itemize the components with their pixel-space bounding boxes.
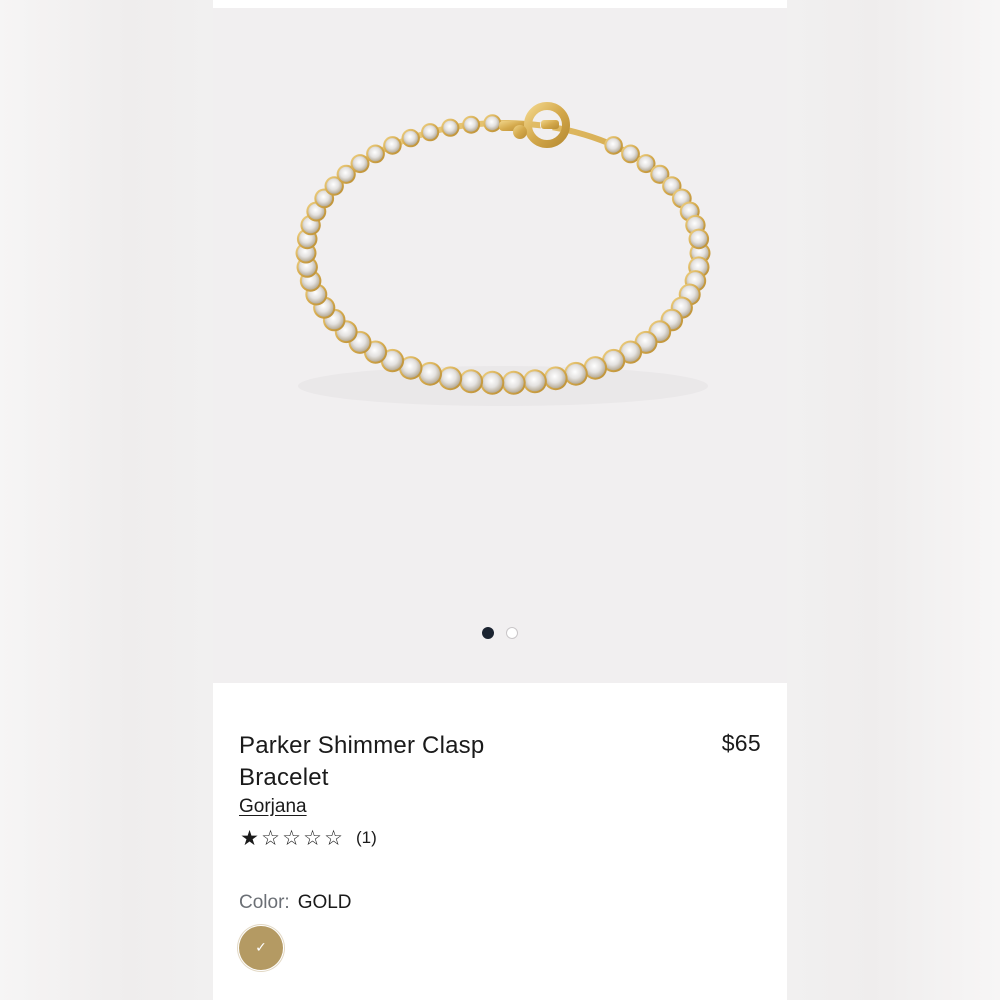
crystal-stone xyxy=(461,371,482,392)
carousel-dots xyxy=(213,627,787,639)
checkmark-icon: ✓ xyxy=(255,940,267,956)
crystal-stone xyxy=(423,125,438,140)
rating-stars[interactable]: ★ ☆ ☆ ☆ ☆ (1) xyxy=(239,826,761,850)
star-filled-icon: ★ xyxy=(240,826,259,850)
brand-link[interactable]: Gorjana xyxy=(239,796,307,818)
crystal-stone xyxy=(606,138,621,153)
crystal-stone xyxy=(690,230,708,248)
top-strip xyxy=(213,0,787,8)
crystal-stone xyxy=(524,371,545,392)
crystal-stone xyxy=(464,117,479,132)
star-empty-icon: ☆ xyxy=(261,826,280,850)
crystal-stone xyxy=(352,156,368,172)
star-empty-icon: ☆ xyxy=(324,826,343,850)
crystal-stone xyxy=(623,146,638,162)
crystal-stone xyxy=(638,156,654,172)
crystal-stone xyxy=(420,363,440,384)
crystal-stone xyxy=(585,358,606,378)
product-page: Parker Shimmer Clasp Bracelet $65 Gorjan… xyxy=(213,0,787,1000)
star-empty-icon: ☆ xyxy=(303,826,322,850)
color-swatch-gold[interactable]: ✓ xyxy=(239,926,283,970)
bracelet-stones xyxy=(295,114,711,395)
crystal-stone xyxy=(338,166,354,182)
crystal-stone xyxy=(403,130,418,146)
star-empty-icon: ☆ xyxy=(282,826,301,850)
crystal-stone xyxy=(368,146,383,162)
crystal-stone xyxy=(566,363,586,384)
color-value: GOLD xyxy=(297,892,352,913)
product-image-gallery[interactable] xyxy=(213,8,787,683)
crystal-stone xyxy=(482,372,503,393)
product-title: Parker Shimmer Clasp Bracelet xyxy=(239,732,485,791)
background-blur-right xyxy=(787,0,1000,1000)
crystal-stone xyxy=(485,116,500,131)
product-info: Parker Shimmer Clasp Bracelet $65 Gorjan… xyxy=(239,730,761,850)
crystal-stone xyxy=(503,372,524,393)
color-label: Color: xyxy=(239,892,290,913)
product-image xyxy=(295,102,711,406)
color-selector-label: Color: GOLD xyxy=(239,892,352,914)
carousel-dot-2[interactable] xyxy=(506,627,518,639)
carousel-dot-1[interactable] xyxy=(482,627,494,639)
product-price: $65 xyxy=(721,730,761,756)
background-blur-left xyxy=(0,0,213,1000)
crystal-stone xyxy=(385,138,400,153)
review-count[interactable]: (1) xyxy=(356,828,377,848)
crystal-stone xyxy=(440,368,461,389)
crystal-stone xyxy=(545,368,566,389)
crystal-stone xyxy=(443,120,458,135)
